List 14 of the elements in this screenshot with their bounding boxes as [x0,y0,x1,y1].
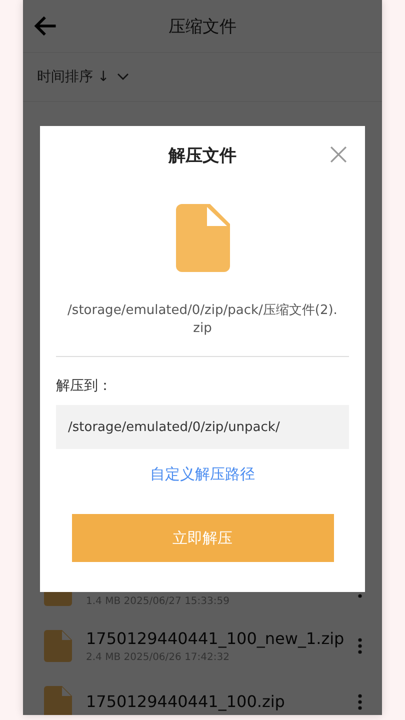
dialog-title: 解压文件 [168,144,236,166]
more-icon[interactable] [358,638,362,654]
close-icon[interactable] [330,146,347,163]
sort-dropdown[interactable]: 时间排序 ↓ [37,68,110,86]
chevron-down-icon[interactable] [117,73,130,81]
custom-path-link[interactable]: 自定义解压路径 [150,465,255,484]
file-name[interactable]: 1750129440441_100_new_1.zip [86,629,358,650]
target-path-field[interactable]: /storage/emulated/0/zip/unpack/ [56,405,349,449]
more-icon[interactable] [358,694,362,710]
file-name[interactable]: 1750129440441_100.zip [86,692,358,712]
extract-to-label: 解压到： [56,377,112,395]
source-path: /storage/emulated/0/zip/pack/压缩文件(2).zip [68,302,338,338]
screen-title: 压缩文件 [168,16,236,38]
extract-button[interactable]: 立即解压 [72,514,334,562]
